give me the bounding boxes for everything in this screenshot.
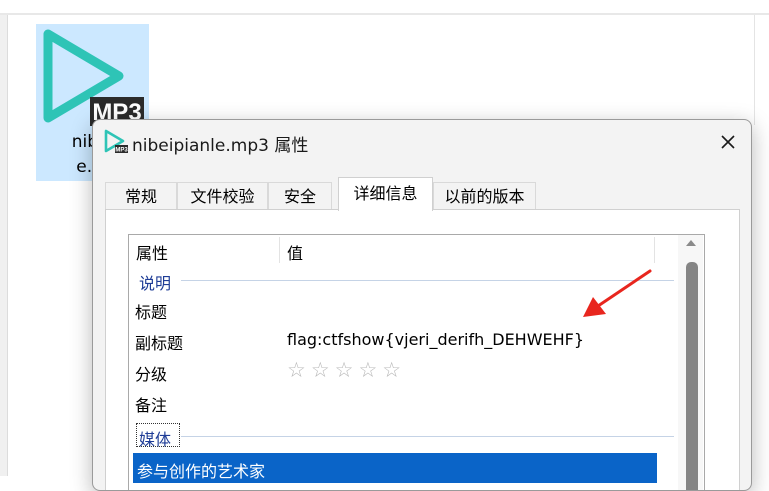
tab-previous-versions[interactable]: 以前的版本 — [433, 182, 536, 210]
group-divider — [181, 436, 674, 437]
property-name: 备注 — [135, 396, 168, 415]
tab-general[interactable]: 常规 — [105, 182, 177, 210]
mp3-file-icon: MP3 — [43, 29, 144, 126]
property-row-comments[interactable]: 备注 — [129, 387, 659, 417]
close-icon — [721, 135, 735, 149]
close-button[interactable] — [705, 120, 751, 164]
explorer-top-border — [0, 13, 769, 15]
tab-details[interactable]: 详细信息 — [338, 177, 433, 211]
scroll-up-arrow-icon[interactable] — [686, 240, 696, 246]
column-separator[interactable] — [279, 237, 280, 263]
column-header-value[interactable]: 值 — [287, 240, 303, 264]
property-value[interactable]: flag:ctfshow{vjeri_derifh_DEHWEHF} — [287, 330, 584, 349]
rating-stars[interactable]: ☆☆☆☆☆ — [287, 358, 406, 382]
property-row-rating[interactable]: 分级 ☆☆☆☆☆ — [129, 356, 659, 386]
mp3-file-small-icon: MP3 — [104, 129, 128, 154]
explorer-nav-pane[interactable] — [0, 15, 8, 476]
properties-dialog: MP3 nibeipianle.mp3 属性 常规 文件校验 安全 详细信息 以… — [92, 119, 752, 491]
column-separator-end — [654, 237, 655, 263]
property-name: 分级 — [135, 365, 168, 384]
group-label-media: 媒体 — [139, 430, 172, 449]
explorer-divider — [754, 15, 755, 125]
tab-checksums[interactable]: 文件校验 — [177, 182, 268, 210]
scrollbar-thumb[interactable] — [686, 262, 698, 490]
group-media[interactable]: 媒体 — [129, 423, 674, 449]
group-label-description: 说明 — [139, 274, 172, 293]
column-header-property[interactable]: 属性 — [136, 240, 168, 264]
property-row-subtitle[interactable]: 副标题 flag:ctfshow{vjeri_derifh_DEHWEHF} — [129, 325, 659, 355]
annotation-arrow-icon — [583, 269, 652, 317]
property-name: 副标题 — [135, 334, 184, 353]
svg-text:MP3: MP3 — [115, 148, 128, 154]
property-row-contributing-artists[interactable]: 参与创作的艺术家 — [133, 453, 657, 483]
property-name: 参与创作的艺术家 — [137, 462, 266, 481]
dialog-titlebar[interactable]: MP3 nibeipianle.mp3 属性 — [93, 120, 751, 164]
property-name: 标题 — [135, 303, 168, 322]
tab-security[interactable]: 安全 — [268, 182, 332, 210]
dialog-title: nibeipianle.mp3 属性 — [132, 136, 309, 156]
column-header: 属性 值 — [129, 235, 656, 265]
